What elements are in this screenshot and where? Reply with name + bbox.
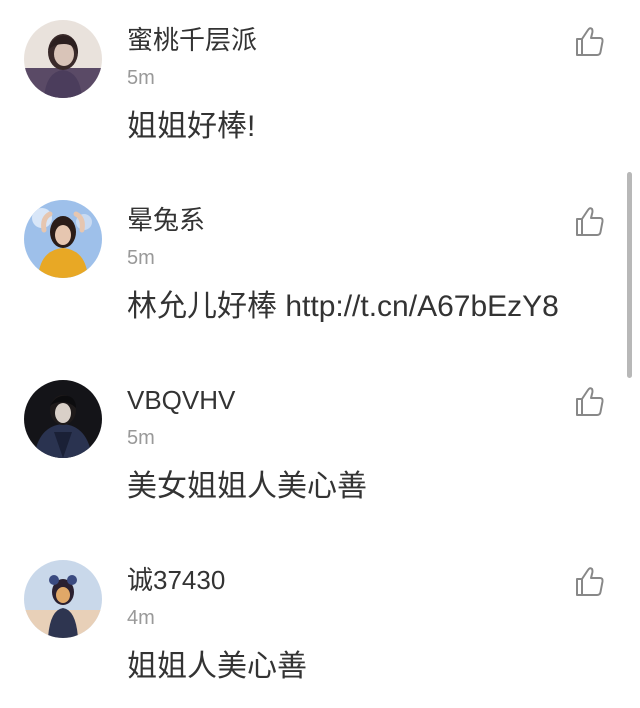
comment-text: 姐姐人美心善 [127, 650, 307, 683]
thumbs-up-icon[interactable] [572, 24, 608, 60]
avatar[interactable] [24, 200, 102, 278]
avatar-image [24, 380, 102, 458]
comment-username[interactable]: 晕兔系 [127, 202, 205, 238]
comment-username[interactable]: 蜜桃千层派 [127, 22, 257, 58]
thumbs-up-icon[interactable] [572, 564, 608, 600]
comment-item: 诚37430 4m 姐姐人美心善 [0, 540, 640, 708]
avatar-image [24, 200, 102, 278]
comment-text: 林允儿好棒 http://t.cn/A67bEzY8 [127, 290, 559, 323]
thumbs-up-icon[interactable] [572, 384, 608, 420]
comment-time: 5m [127, 67, 155, 89]
comment-list: 蜜桃千层派 5m 姐姐好棒! 晕兔系 5m 林允儿好棒 http://t.cn/… [0, 0, 640, 708]
comment-item: 蜜桃千层派 5m 姐姐好棒! [0, 0, 640, 180]
scrollbar[interactable] [627, 172, 632, 378]
avatar[interactable] [24, 560, 102, 638]
comment-item: VBQVHV 5m 美女姐姐人美心善 [0, 360, 640, 540]
comment-time: 5m [127, 427, 155, 449]
comment-time: 4m [127, 607, 155, 629]
thumbs-up-icon[interactable] [572, 204, 608, 240]
comment-text: 美女姐姐人美心善 [127, 470, 367, 503]
comment-item: 晕兔系 5m 林允儿好棒 http://t.cn/A67bEzY8 [0, 180, 640, 360]
comment-time: 5m [127, 247, 155, 269]
avatar-image [24, 20, 102, 98]
comment-username[interactable]: VBQVHV [127, 382, 235, 418]
avatar[interactable] [24, 20, 102, 98]
avatar-image [24, 560, 102, 638]
comment-username[interactable]: 诚37430 [127, 562, 225, 598]
comment-text: 姐姐好棒! [127, 110, 256, 143]
avatar[interactable] [24, 380, 102, 458]
